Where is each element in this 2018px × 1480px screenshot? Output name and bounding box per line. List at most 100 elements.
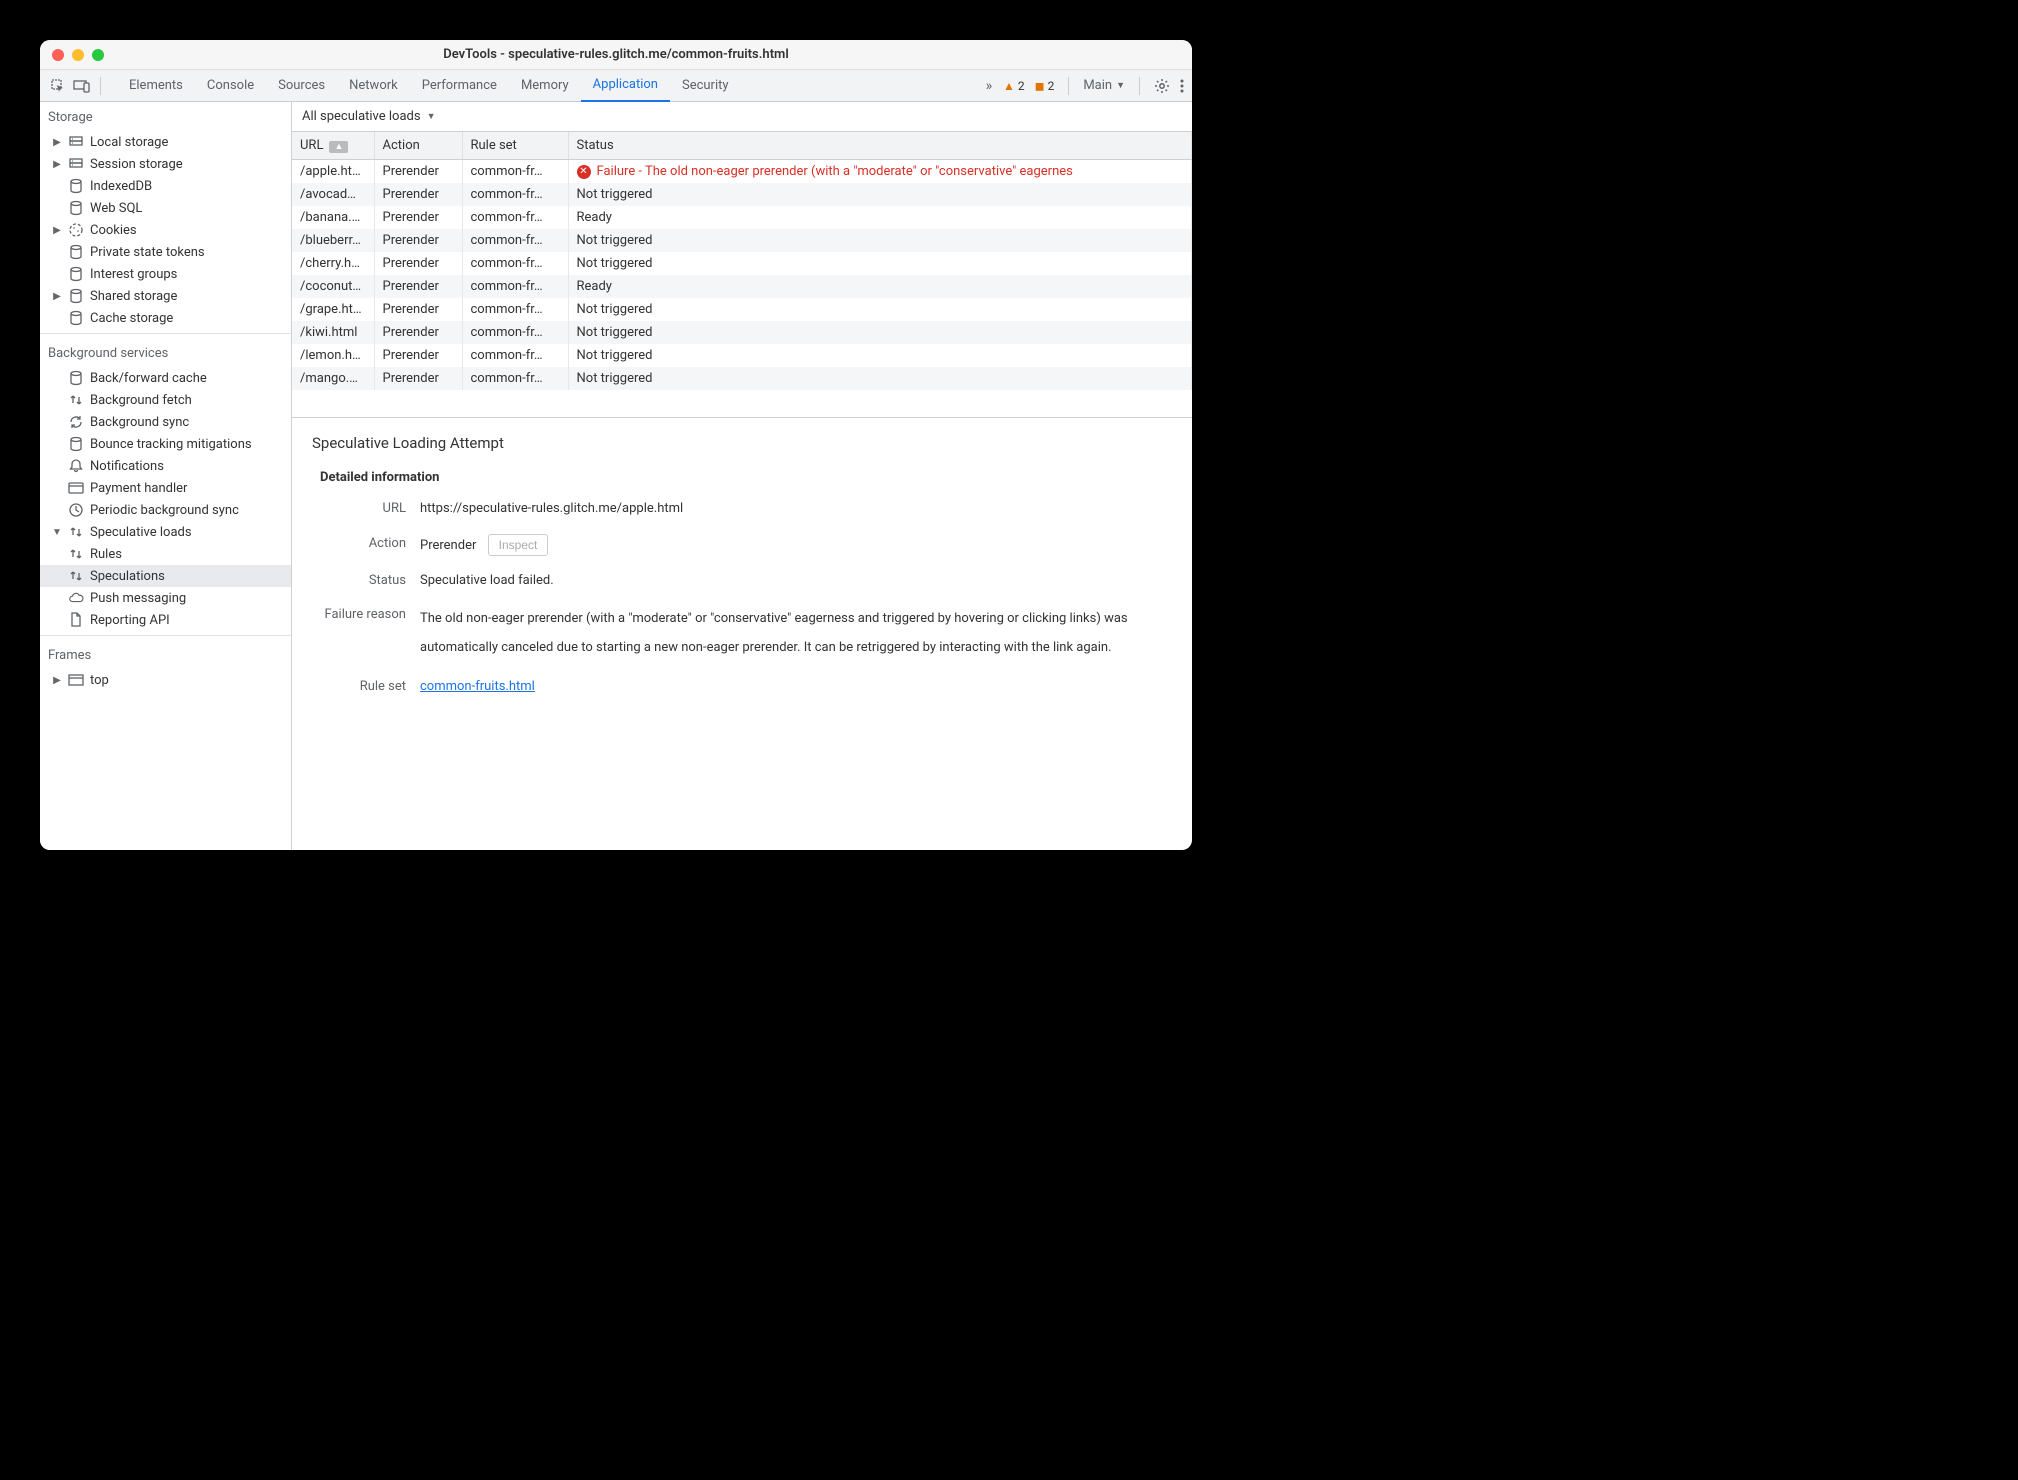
table-row[interactable]: /blueberr…Prerendercommon-fr…Not trigger… bbox=[292, 229, 1192, 252]
cell-status: Not triggered bbox=[568, 252, 1192, 275]
tab-network[interactable]: Network bbox=[337, 70, 410, 102]
detail-action-value: Prerender Inspect bbox=[420, 534, 1172, 557]
more-tabs-icon[interactable]: » bbox=[979, 76, 999, 96]
cell-action: Prerender bbox=[374, 321, 462, 344]
sidebar-item-web-sql[interactable]: Web SQL bbox=[40, 197, 291, 219]
error-icon: ✕ bbox=[577, 165, 591, 179]
cell-ruleset: common-fr… bbox=[462, 160, 568, 184]
warning-count[interactable]: ▲ 2 bbox=[1003, 79, 1025, 93]
sidebar-item-label: Bounce tracking mitigations bbox=[90, 437, 252, 452]
tab-console[interactable]: Console bbox=[195, 70, 266, 102]
sidebar-item-local-storage[interactable]: ▶Local storage bbox=[40, 131, 291, 153]
table-row[interactable]: /lemon.h…Prerendercommon-fr…Not triggere… bbox=[292, 344, 1192, 367]
cell-status: Ready bbox=[568, 206, 1192, 229]
sidebar-item-top[interactable]: ▶top bbox=[40, 669, 291, 691]
expand-icon: ▶ bbox=[52, 291, 62, 302]
panel-tabs: ElementsConsoleSourcesNetworkPerformance… bbox=[117, 70, 975, 102]
detail-status-label: Status bbox=[312, 571, 420, 592]
ruleset-link[interactable]: common-fruits.html bbox=[420, 679, 535, 694]
chevron-down-icon: ▼ bbox=[1116, 80, 1125, 91]
speculative-loads-filter[interactable]: All speculative loads ▼ bbox=[292, 102, 1192, 132]
sidebar-item-label: Payment handler bbox=[90, 481, 187, 496]
tab-memory[interactable]: Memory bbox=[509, 70, 581, 102]
devtools-toolbar: ElementsConsoleSourcesNetworkPerformance… bbox=[40, 70, 1192, 102]
sidebar-item-periodic-background-sync[interactable]: Periodic background sync bbox=[40, 499, 291, 521]
cell-url: /blueberr… bbox=[292, 229, 374, 252]
sidebar-item-label: Notifications bbox=[90, 459, 164, 474]
cell-url: /lemon.h… bbox=[292, 344, 374, 367]
cell-ruleset: common-fr… bbox=[462, 321, 568, 344]
tab-elements[interactable]: Elements bbox=[117, 70, 195, 102]
cylinder-icon bbox=[68, 266, 84, 282]
column-header-url[interactable]: URL▲ bbox=[292, 132, 374, 160]
sidebar-item-notifications[interactable]: Notifications bbox=[40, 455, 291, 477]
sidebar-item-cookies[interactable]: ▶Cookies bbox=[40, 219, 291, 241]
tab-performance[interactable]: Performance bbox=[410, 70, 509, 102]
column-header-status[interactable]: Status bbox=[568, 132, 1192, 160]
cell-ruleset: common-fr… bbox=[462, 344, 568, 367]
sidebar-item-interest-groups[interactable]: Interest groups bbox=[40, 263, 291, 285]
cell-ruleset: common-fr… bbox=[462, 229, 568, 252]
inspect-element-icon[interactable] bbox=[48, 76, 68, 96]
sidebar-item-session-storage[interactable]: ▶Session storage bbox=[40, 153, 291, 175]
detail-ruleset-label: Rule set bbox=[312, 677, 420, 698]
cell-status: ✕Failure - The old non-eager prerender (… bbox=[568, 160, 1192, 184]
sidebar-item-label: Speculative loads bbox=[90, 525, 192, 540]
cylinder-icon bbox=[68, 244, 84, 260]
settings-icon[interactable] bbox=[1154, 78, 1170, 94]
sidebar-item-indexeddb[interactable]: IndexedDB bbox=[40, 175, 291, 197]
table-row[interactable]: /coconut…Prerendercommon-fr…Ready bbox=[292, 275, 1192, 298]
sidebar-item-private-state-tokens[interactable]: Private state tokens bbox=[40, 241, 291, 263]
sidebar-item-payment-handler[interactable]: Payment handler bbox=[40, 477, 291, 499]
table-row[interactable]: /mango.…Prerendercommon-fr…Not triggered bbox=[292, 367, 1192, 390]
sidebar-item-push-messaging[interactable]: Push messaging bbox=[40, 587, 291, 609]
sidebar-item-background-sync[interactable]: Background sync bbox=[40, 411, 291, 433]
issue-flag-icon: ◼ bbox=[1035, 79, 1045, 93]
sidebar-item-reporting-api[interactable]: Reporting API bbox=[40, 609, 291, 631]
issue-count[interactable]: ◼ 2 bbox=[1035, 79, 1055, 93]
device-toolbar-icon[interactable] bbox=[72, 76, 92, 96]
cell-url: /coconut… bbox=[292, 275, 374, 298]
kebab-menu-icon[interactable] bbox=[1180, 78, 1184, 94]
db-icon bbox=[68, 134, 84, 150]
tab-sources[interactable]: Sources bbox=[266, 70, 337, 102]
minimize-window-button[interactable] bbox=[72, 49, 84, 61]
table-row[interactable]: /grape.htmlPrerendercommon-fr…Not trigge… bbox=[292, 298, 1192, 321]
table-row[interactable]: /kiwi.htmlPrerendercommon-fr…Not trigger… bbox=[292, 321, 1192, 344]
background-services-title: Background services bbox=[40, 338, 291, 367]
detail-status-row: Status Speculative load failed. bbox=[312, 571, 1172, 592]
sidebar-item-shared-storage[interactable]: ▶Shared storage bbox=[40, 285, 291, 307]
sidebar-item-speculations[interactable]: Speculations bbox=[40, 565, 291, 587]
file-icon bbox=[68, 612, 84, 628]
target-dropdown[interactable]: Main ▼ bbox=[1083, 78, 1125, 93]
sidebar-item-rules[interactable]: Rules bbox=[40, 543, 291, 565]
sidebar-item-cache-storage[interactable]: Cache storage bbox=[40, 307, 291, 329]
updown-icon bbox=[68, 546, 84, 562]
sidebar-item-speculative-loads[interactable]: ▼Speculative loads bbox=[40, 521, 291, 543]
table-row[interactable]: /avocad…Prerendercommon-fr…Not triggered bbox=[292, 183, 1192, 206]
inspect-button[interactable]: Inspect bbox=[488, 534, 549, 556]
cylinder-icon bbox=[68, 178, 84, 194]
sidebar-item-back-forward-cache[interactable]: Back/forward cache bbox=[40, 367, 291, 389]
maximize-window-button[interactable] bbox=[92, 49, 104, 61]
cylinder-icon bbox=[68, 200, 84, 216]
cell-status: Not triggered bbox=[568, 298, 1192, 321]
close-window-button[interactable] bbox=[52, 49, 64, 61]
cell-action: Prerender bbox=[374, 275, 462, 298]
table-row[interactable]: /banana.…Prerendercommon-fr…Ready bbox=[292, 206, 1192, 229]
loads-table: URL▲ActionRule setStatus /apple.htmlPrer… bbox=[292, 132, 1192, 390]
sidebar-item-bounce-tracking-mitigations[interactable]: Bounce tracking mitigations bbox=[40, 433, 291, 455]
sidebar-item-label: IndexedDB bbox=[90, 179, 152, 194]
column-header-rule-set[interactable]: Rule set bbox=[462, 132, 568, 160]
sidebar-item-background-fetch[interactable]: Background fetch bbox=[40, 389, 291, 411]
content-area: Storage ▶Local storage▶Session storageIn… bbox=[40, 102, 1192, 850]
tab-security[interactable]: Security bbox=[670, 70, 741, 102]
table-row[interactable]: /cherry.h…Prerendercommon-fr…Not trigger… bbox=[292, 252, 1192, 275]
cell-ruleset: common-fr… bbox=[462, 275, 568, 298]
table-row[interactable]: /apple.htmlPrerendercommon-fr…✕Failure -… bbox=[292, 160, 1192, 184]
sidebar-item-label: Interest groups bbox=[90, 267, 177, 282]
cell-url: /banana.… bbox=[292, 206, 374, 229]
tab-application[interactable]: Application bbox=[581, 70, 670, 102]
column-header-action[interactable]: Action bbox=[374, 132, 462, 160]
window-controls bbox=[52, 49, 104, 61]
